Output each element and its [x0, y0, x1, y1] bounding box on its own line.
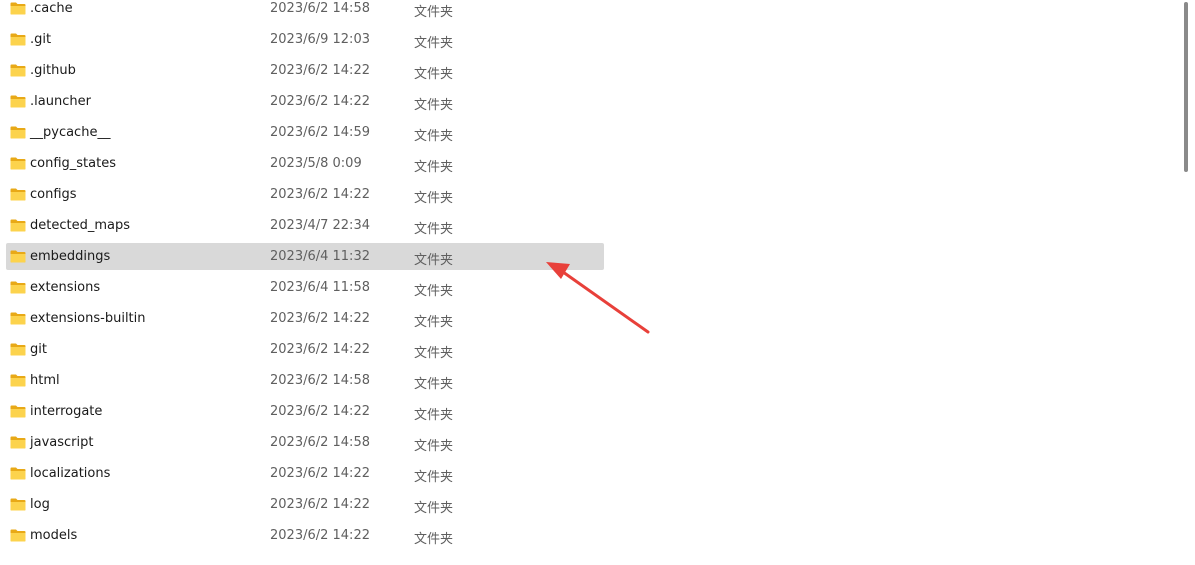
folder-icon [10, 467, 26, 480]
file-name: configs [30, 187, 77, 202]
file-type: 文件夹 [414, 284, 454, 299]
folder-icon [10, 436, 26, 449]
file-type: 文件夹 [414, 98, 454, 113]
folder-icon [10, 95, 26, 108]
file-row[interactable]: embeddings 2023/6/4 11:32 文件夹 [0, 243, 1180, 274]
file-name: config_states [30, 156, 116, 171]
file-list: .cache 2023/6/2 14:58 文件夹 .git 2023/6/9 12:0… [0, 0, 1180, 553]
folder-icon [10, 405, 26, 418]
folder-icon [10, 219, 26, 232]
file-type: 文件夹 [414, 36, 454, 51]
file-type: 文件夹 [414, 532, 454, 547]
modified-date: 2023/6/2 14:22 [270, 187, 370, 202]
file-type: 文件夹 [414, 501, 454, 516]
file-name: detected_maps [30, 218, 130, 233]
file-name: __pycache__ [30, 125, 111, 140]
file-type: 文件夹 [414, 129, 454, 144]
modified-date: 2023/6/2 14:58 [270, 1, 370, 16]
file-name: embeddings [30, 249, 111, 264]
modified-date: 2023/6/2 14:22 [270, 94, 370, 109]
scrollbar-thumb[interactable] [1184, 2, 1188, 172]
folder-icon [10, 529, 26, 542]
modified-date: 2023/6/4 11:58 [270, 280, 370, 295]
file-row[interactable]: configs 2023/6/2 14:22 文件夹 [0, 181, 1180, 212]
file-type: 文件夹 [414, 222, 454, 237]
folder-icon [10, 250, 26, 263]
modified-date: 2023/6/2 14:22 [270, 342, 370, 357]
file-type: 文件夹 [414, 67, 454, 82]
file-name: extensions [30, 280, 101, 295]
file-row[interactable]: models 2023/6/2 14:22 文件夹 [0, 522, 1180, 553]
modified-date: 2023/6/2 14:22 [270, 311, 370, 326]
file-name: interrogate [30, 404, 103, 419]
file-row[interactable]: extensions 2023/6/4 11:58 文件夹 [0, 274, 1180, 305]
file-row[interactable]: __pycache__ 2023/6/2 14:59 文件夹 [0, 119, 1180, 150]
folder-icon [10, 33, 26, 46]
file-row[interactable]: .launcher 2023/6/2 14:22 文件夹 [0, 88, 1180, 119]
vertical-scrollbar[interactable] [1180, 0, 1195, 565]
modified-date: 2023/6/2 14:22 [270, 63, 370, 78]
file-type: 文件夹 [414, 377, 454, 392]
modified-date: 2023/4/7 22:34 [270, 218, 370, 233]
file-row[interactable]: .git 2023/6/9 12:03 文件夹 [0, 26, 1180, 57]
folder-icon [10, 64, 26, 77]
folder-icon [10, 374, 26, 387]
file-type: 文件夹 [414, 408, 454, 423]
file-row[interactable]: interrogate 2023/6/2 14:22 文件夹 [0, 398, 1180, 429]
modified-date: 2023/6/4 11:32 [270, 249, 370, 264]
file-row[interactable]: javascript 2023/6/2 14:58 文件夹 [0, 429, 1180, 460]
file-row[interactable]: detected_maps 2023/4/7 22:34 文件夹 [0, 212, 1180, 243]
file-type: 文件夹 [414, 346, 454, 361]
file-type: 文件夹 [414, 439, 454, 454]
folder-icon [10, 498, 26, 511]
file-type: 文件夹 [414, 160, 454, 175]
file-name: localizations [30, 466, 111, 481]
file-name: .github [30, 63, 76, 78]
file-name: .git [30, 32, 52, 47]
folder-icon [10, 157, 26, 170]
file-explorer-view: .cache 2023/6/2 14:58 文件夹 .git 2023/6/9 12:0… [0, 0, 1195, 565]
file-row[interactable]: .github 2023/6/2 14:22 文件夹 [0, 57, 1180, 88]
file-row[interactable]: extensions-builtin 2023/6/2 14:22 文件夹 [0, 305, 1180, 336]
file-name: log [30, 497, 50, 512]
modified-date: 2023/5/8 0:09 [270, 156, 362, 171]
modified-date: 2023/6/2 14:59 [270, 125, 370, 140]
modified-date: 2023/6/2 14:58 [270, 373, 370, 388]
file-row[interactable]: localizations 2023/6/2 14:22 文件夹 [0, 460, 1180, 491]
modified-date: 2023/6/2 14:22 [270, 497, 370, 512]
file-name: .cache [30, 1, 73, 16]
file-row[interactable]: config_states 2023/5/8 0:09 文件夹 [0, 150, 1180, 181]
folder-icon [10, 2, 26, 15]
file-type: 文件夹 [414, 191, 454, 206]
file-type: 文件夹 [414, 5, 454, 20]
file-name: git [30, 342, 47, 357]
file-row[interactable]: html 2023/6/2 14:58 文件夹 [0, 367, 1180, 398]
folder-icon [10, 312, 26, 325]
modified-date: 2023/6/2 14:58 [270, 435, 370, 450]
file-type: 文件夹 [414, 253, 454, 268]
file-row[interactable]: git 2023/6/2 14:22 文件夹 [0, 336, 1180, 367]
file-type: 文件夹 [414, 470, 454, 485]
modified-date: 2023/6/2 14:22 [270, 404, 370, 419]
file-name: .launcher [30, 94, 91, 109]
file-name: javascript [30, 435, 94, 450]
folder-icon [10, 188, 26, 201]
file-name: html [30, 373, 60, 388]
file-row[interactable]: log 2023/6/2 14:22 文件夹 [0, 491, 1180, 522]
file-type: 文件夹 [414, 315, 454, 330]
folder-icon [10, 281, 26, 294]
file-name: extensions-builtin [30, 311, 146, 326]
folder-icon [10, 343, 26, 356]
modified-date: 2023/6/9 12:03 [270, 32, 370, 47]
folder-icon [10, 126, 26, 139]
file-row[interactable]: .cache 2023/6/2 14:58 文件夹 [0, 0, 1180, 26]
file-name: models [30, 528, 78, 543]
modified-date: 2023/6/2 14:22 [270, 528, 370, 543]
modified-date: 2023/6/2 14:22 [270, 466, 370, 481]
